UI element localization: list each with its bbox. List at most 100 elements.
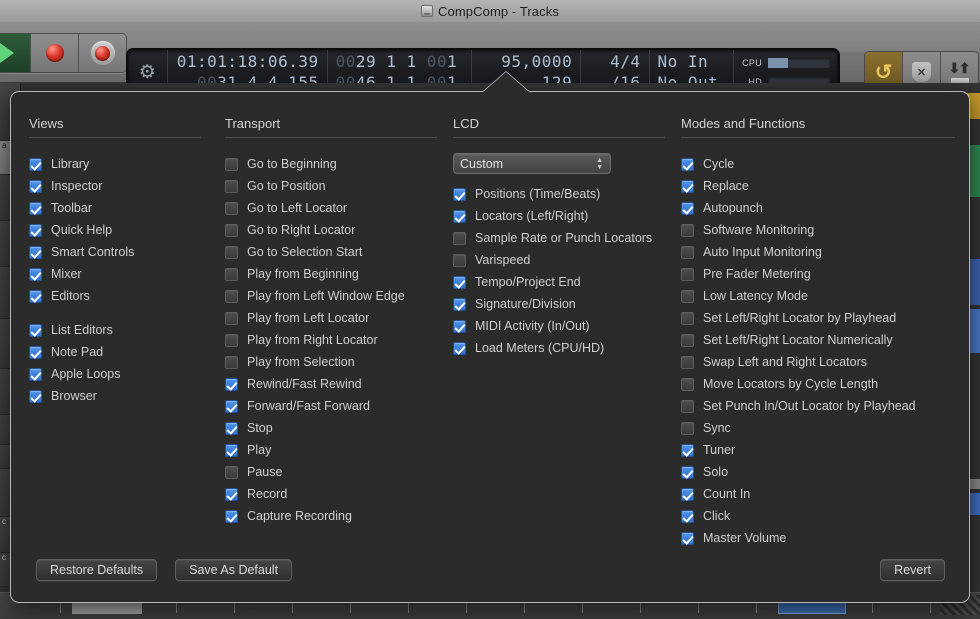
revert-button[interactable]: Revert <box>880 559 945 581</box>
checkbox-row[interactable]: Varispeed <box>453 249 675 271</box>
checkbox-checked-icon[interactable] <box>225 443 238 457</box>
checkbox-unchecked-icon[interactable] <box>225 355 238 369</box>
checkbox-checked-icon[interactable] <box>29 367 42 381</box>
checkbox-row[interactable]: Forward/Fast Forward <box>225 395 447 417</box>
checkbox-unchecked-icon[interactable] <box>225 311 238 325</box>
checkbox-row[interactable]: Capture Recording <box>225 505 447 527</box>
checkbox-row[interactable]: Master Volume <box>681 527 965 549</box>
checkbox-row[interactable]: Mixer <box>29 263 219 285</box>
checkbox-checked-icon[interactable] <box>681 509 694 523</box>
checkbox-checked-icon[interactable] <box>29 389 42 403</box>
checkbox-checked-icon[interactable] <box>29 345 42 359</box>
checkbox-row[interactable]: Apple Loops <box>29 363 219 385</box>
checkbox-unchecked-icon[interactable] <box>681 223 694 237</box>
checkbox-row[interactable]: Note Pad <box>29 341 219 363</box>
capture-recording-button[interactable] <box>79 34 126 72</box>
checkbox-checked-icon[interactable] <box>453 275 466 289</box>
checkbox-row[interactable]: List Editors <box>29 319 219 341</box>
checkbox-row[interactable]: MIDI Activity (In/Out) <box>453 315 675 337</box>
checkbox-checked-icon[interactable] <box>681 531 694 545</box>
checkbox-unchecked-icon[interactable] <box>681 421 694 435</box>
checkbox-row[interactable]: Solo <box>681 461 965 483</box>
checkbox-unchecked-icon[interactable] <box>225 333 238 347</box>
checkbox-unchecked-icon[interactable] <box>681 289 694 303</box>
checkbox-row[interactable]: Replace <box>681 175 965 197</box>
checkbox-row[interactable]: Toolbar <box>29 197 219 219</box>
checkbox-row[interactable]: Editors <box>29 285 219 307</box>
checkbox-checked-icon[interactable] <box>681 443 694 457</box>
checkbox-checked-icon[interactable] <box>225 509 238 523</box>
checkbox-row[interactable]: Library <box>29 153 219 175</box>
checkbox-row[interactable]: Signature/Division <box>453 293 675 315</box>
checkbox-unchecked-icon[interactable] <box>225 157 238 171</box>
checkbox-checked-icon[interactable] <box>681 487 694 501</box>
checkbox-unchecked-icon[interactable] <box>681 245 694 259</box>
checkbox-unchecked-icon[interactable] <box>225 245 238 259</box>
checkbox-unchecked-icon[interactable] <box>681 399 694 413</box>
checkbox-checked-icon[interactable] <box>681 465 694 479</box>
save-as-default-button[interactable]: Save As Default <box>175 559 293 581</box>
checkbox-checked-icon[interactable] <box>29 201 42 215</box>
checkbox-checked-icon[interactable] <box>453 341 466 355</box>
restore-defaults-button[interactable]: Restore Defaults <box>36 559 158 581</box>
checkbox-row[interactable]: Positions (Time/Beats) <box>453 183 675 205</box>
checkbox-row[interactable]: Auto Input Monitoring <box>681 241 965 263</box>
checkbox-row[interactable]: Record <box>225 483 447 505</box>
checkbox-row[interactable]: Go to Left Locator <box>225 197 447 219</box>
checkbox-row[interactable]: Count In <box>681 483 965 505</box>
checkbox-row[interactable]: Set Punch In/Out Locator by Playhead <box>681 395 965 417</box>
checkbox-checked-icon[interactable] <box>225 487 238 501</box>
checkbox-row[interactable]: Sample Rate or Punch Locators <box>453 227 675 249</box>
checkbox-row[interactable]: Play from Left Window Edge <box>225 285 447 307</box>
checkbox-row[interactable]: Swap Left and Right Locators <box>681 351 965 373</box>
checkbox-row[interactable]: Sync <box>681 417 965 439</box>
checkbox-row[interactable]: Move Locators by Cycle Length <box>681 373 965 395</box>
checkbox-checked-icon[interactable] <box>681 179 694 193</box>
record-button[interactable] <box>31 34 79 72</box>
play-button[interactable] <box>0 34 31 72</box>
checkbox-row[interactable]: Cycle <box>681 153 965 175</box>
checkbox-checked-icon[interactable] <box>453 187 466 201</box>
checkbox-unchecked-icon[interactable] <box>681 311 694 325</box>
checkbox-row[interactable]: Play from Right Locator <box>225 329 447 351</box>
checkbox-row[interactable]: Quick Help <box>29 219 219 241</box>
checkbox-checked-icon[interactable] <box>453 297 466 311</box>
checkbox-row[interactable]: Software Monitoring <box>681 219 965 241</box>
checkbox-unchecked-icon[interactable] <box>681 355 694 369</box>
checkbox-checked-icon[interactable] <box>29 157 42 171</box>
checkbox-row[interactable]: Inspector <box>29 175 219 197</box>
checkbox-checked-icon[interactable] <box>225 421 238 435</box>
checkbox-row[interactable]: Low Latency Mode <box>681 285 965 307</box>
checkbox-unchecked-icon[interactable] <box>225 289 238 303</box>
checkbox-unchecked-icon[interactable] <box>225 179 238 193</box>
checkbox-row[interactable]: Rewind/Fast Rewind <box>225 373 447 395</box>
checkbox-row[interactable]: Play <box>225 439 447 461</box>
checkbox-row[interactable]: Smart Controls <box>29 241 219 263</box>
checkbox-unchecked-icon[interactable] <box>681 333 694 347</box>
checkbox-unchecked-icon[interactable] <box>225 201 238 215</box>
checkbox-unchecked-icon[interactable] <box>225 465 238 479</box>
checkbox-row[interactable]: Locators (Left/Right) <box>453 205 675 227</box>
checkbox-checked-icon[interactable] <box>29 179 42 193</box>
checkbox-checked-icon[interactable] <box>225 399 238 413</box>
checkbox-row[interactable]: Play from Beginning <box>225 263 447 285</box>
checkbox-row[interactable]: Pre Fader Metering <box>681 263 965 285</box>
checkbox-checked-icon[interactable] <box>453 319 466 333</box>
checkbox-row[interactable]: Go to Position <box>225 175 447 197</box>
checkbox-row[interactable]: Autopunch <box>681 197 965 219</box>
checkbox-checked-icon[interactable] <box>29 267 42 281</box>
checkbox-row[interactable]: Go to Selection Start <box>225 241 447 263</box>
checkbox-unchecked-icon[interactable] <box>681 267 694 281</box>
checkbox-checked-icon[interactable] <box>225 377 238 391</box>
checkbox-row[interactable]: Set Left/Right Locator Numerically <box>681 329 965 351</box>
checkbox-row[interactable]: Play from Left Locator <box>225 307 447 329</box>
checkbox-checked-icon[interactable] <box>29 223 42 237</box>
checkbox-unchecked-icon[interactable] <box>225 267 238 281</box>
checkbox-row[interactable]: Go to Beginning <box>225 153 447 175</box>
checkbox-checked-icon[interactable] <box>681 201 694 215</box>
lcd-preset-select[interactable]: Custom ▲ ▼ <box>453 153 611 174</box>
checkbox-row[interactable]: Play from Selection <box>225 351 447 373</box>
checkbox-row[interactable]: Click <box>681 505 965 527</box>
checkbox-row[interactable]: Load Meters (CPU/HD) <box>453 337 675 359</box>
checkbox-checked-icon[interactable] <box>29 245 42 259</box>
